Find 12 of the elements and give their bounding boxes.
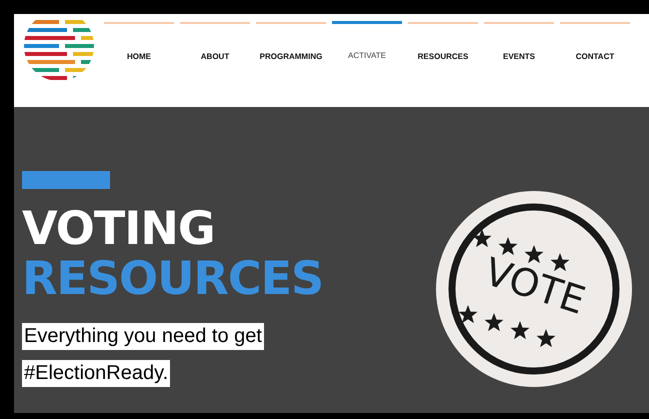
nav-link[interactable]: PROGRAMMING: [256, 22, 326, 82]
nav-link[interactable]: ABOUT: [180, 22, 250, 82]
nav-link[interactable]: HOME: [104, 22, 174, 82]
nav-link[interactable]: ACTIVATE: [332, 21, 402, 81]
nav-link[interactable]: CONTACT: [560, 22, 630, 82]
hero-subtitle: Everything you need to get: [22, 323, 264, 350]
hero-title: VOTING: [22, 203, 215, 253]
vote-badge-drawing: VOTE: [434, 189, 634, 389]
nav-link[interactable]: EVENTS: [484, 22, 554, 82]
hero-subtitle: #ElectionReady.: [22, 360, 170, 387]
nav-link[interactable]: RESOURCES: [408, 22, 478, 82]
hero-title: RESOURCES: [22, 253, 324, 303]
